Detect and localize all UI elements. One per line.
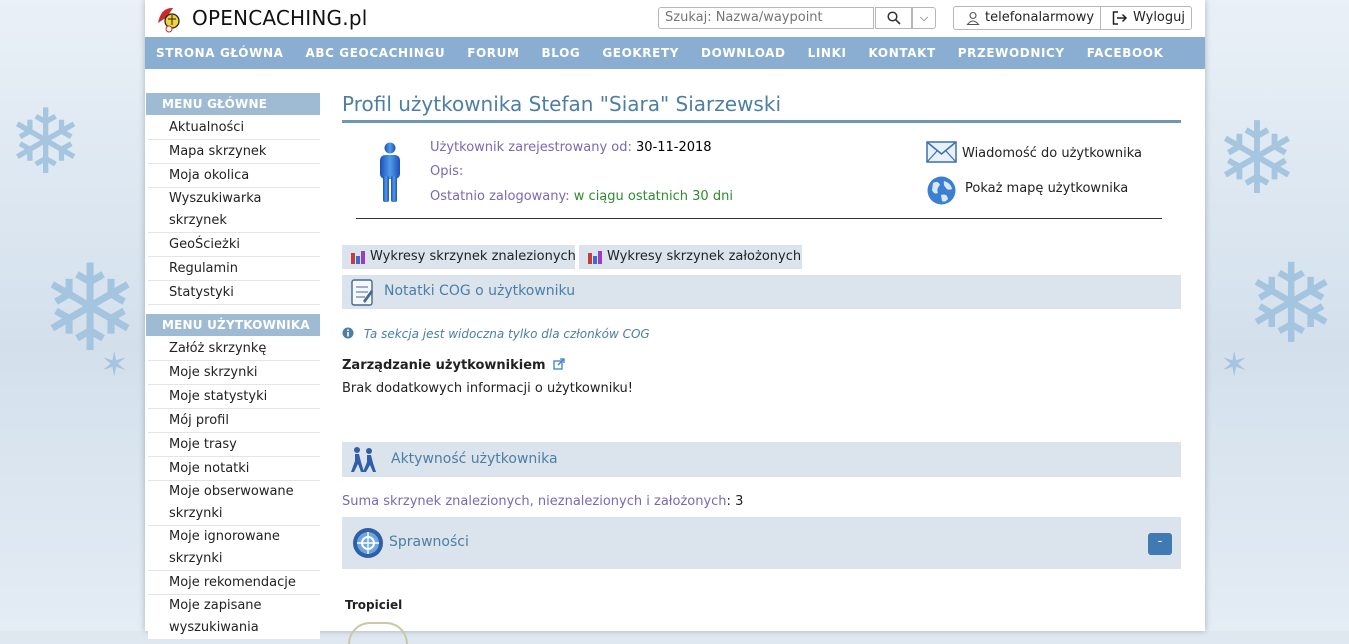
- snowflake-icon: ❄: [1245, 240, 1338, 368]
- background-left: ❄ ❄ ✶: [0, 0, 145, 631]
- tab-found-charts[interactable]: Wykresy skrzynek znalezionych: [342, 245, 576, 269]
- user-management-link[interactable]: Zarządzanie użytkownikiem: [342, 358, 565, 373]
- registration-label: Użytkownik zarejestrowany od:: [430, 140, 632, 155]
- activity-title: Aktywność użytkownika: [391, 451, 558, 467]
- profile-divider: [356, 218, 1162, 219]
- tab-hidden-charts[interactable]: Wykresy skrzynek założonych: [579, 245, 802, 269]
- registration-date: 30-11-2018: [636, 140, 712, 155]
- snowflake-icon: ✶: [100, 345, 129, 385]
- info-icon: [342, 327, 354, 339]
- snowflake-icon: ❄: [8, 90, 84, 195]
- username-label: telefonalarmowy: [985, 10, 1095, 25]
- last-login-value: w ciągu ostatnich 30 dni: [573, 189, 733, 204]
- tab-found-charts-label: Wykresy skrzynek znalezionych: [370, 249, 576, 264]
- search-options-dropdown[interactable]: ⌵: [912, 7, 936, 29]
- site-header: OPENCACHING.pl ⌵ telefonalarmowy Wyloguj: [145, 0, 1205, 37]
- badges-collapse-button[interactable]: -: [1148, 533, 1172, 555]
- cog-visibility-note: Ta sekcja jest widoczna tylko dla członk…: [342, 327, 650, 341]
- user-menu-heading: MENU UŻYTKOWNIKA: [146, 314, 320, 336]
- nav-item-abc[interactable]: ABC GEOCACHINGU: [305, 37, 445, 69]
- cog-notes-header: Notatki COG o użytkowniku: [342, 275, 1181, 309]
- globe-icon: [927, 176, 956, 205]
- nav-item-contact[interactable]: KONTAKT: [869, 37, 936, 69]
- nav-item-download[interactable]: DOWNLOAD: [701, 37, 786, 69]
- sidebar-item-my-profile[interactable]: Mój profil: [148, 409, 320, 433]
- sidebar-item-rules[interactable]: Regulamin: [148, 257, 320, 281]
- nav-item-forum[interactable]: FORUM: [467, 37, 519, 69]
- badges-title: Sprawności: [389, 534, 469, 550]
- show-user-map-label: Pokaż mapę użytkownika: [965, 181, 1129, 196]
- logout-button[interactable]: Wyloguj: [1100, 6, 1192, 30]
- nav-item-home[interactable]: STRONA GŁÓWNA: [156, 37, 283, 69]
- nav-item-links[interactable]: LINKI: [808, 37, 847, 69]
- snowflake-icon: ❄: [1215, 100, 1299, 217]
- sidebar-item-my-area[interactable]: Moja okolica: [148, 164, 320, 188]
- search-input[interactable]: [658, 7, 874, 29]
- cache-sum-row: Suma skrzynek znalezionych, nieznalezion…: [342, 494, 744, 509]
- sidebar-item-saved-searches[interactable]: Moje zapisane wyszukiwania: [148, 595, 320, 640]
- bar-chart-icon: [351, 251, 365, 264]
- sidebar-item-my-stats[interactable]: Moje statystyki: [148, 385, 320, 409]
- registration-info: Użytkownik zarejestrowany od: 30-11-2018: [430, 140, 712, 155]
- nav-item-facebook[interactable]: FACEBOOK: [1087, 37, 1164, 69]
- send-message-label: Wiadomość do użytkownika: [962, 146, 1142, 161]
- sidebar-item-recommendations[interactable]: Moje rekomendacje: [148, 571, 320, 595]
- sidebar-item-search[interactable]: Wyszukiwarka skrzynek: [148, 188, 320, 233]
- user-profile-button[interactable]: telefonalarmowy: [953, 6, 1101, 30]
- sidebar-item-my-notes[interactable]: Moje notatki: [148, 457, 320, 481]
- sidebar-item-my-routes[interactable]: Moje trasy: [148, 433, 320, 457]
- nav-item-geokrety[interactable]: GEOKRETY: [602, 37, 679, 69]
- hikers-icon: [351, 447, 376, 472]
- cog-notes-title: Notatki COG o użytkowniku: [384, 283, 576, 299]
- sidebar-item-news[interactable]: Aktualności: [148, 116, 320, 140]
- user-menu-list: Załóż skrzynkę Moje skrzynki Moje statys…: [148, 337, 320, 640]
- cache-sum-value: 3: [735, 494, 744, 509]
- nav-item-blog[interactable]: BLOG: [542, 37, 581, 69]
- background-right: ❄ ❄ ✶: [1205, 0, 1349, 631]
- badge-emblem-icon: [353, 528, 383, 558]
- cache-sum-label: Suma skrzynek znalezionych, nieznalezion…: [342, 494, 727, 509]
- search-button[interactable]: [875, 7, 912, 29]
- main-menu-list: Aktualności Mapa skrzynek Moja okolica W…: [148, 116, 320, 305]
- main-menu-heading: MENU GŁÓWNE: [146, 93, 320, 115]
- last-login-info: Ostatnio zalogowany: w ciągu ostatnich 3…: [430, 189, 733, 204]
- notepad-icon: [351, 279, 373, 306]
- chevron-down-icon: ⌵: [919, 11, 929, 24]
- page-title: Profil użytkownika Stefan "Siara" Siarze…: [342, 92, 781, 116]
- cog-visibility-text: Ta sekcja jest widoczna tylko dla członk…: [363, 327, 650, 341]
- user-management-label: Zarządzanie użytkownikiem: [342, 358, 546, 373]
- activity-header: Aktywność użytkownika: [342, 442, 1181, 477]
- external-link-icon: [553, 358, 565, 370]
- badge-tracker-icon: [348, 622, 408, 644]
- last-login-label: Ostatnio zalogowany:: [430, 189, 570, 204]
- description-label: Opis:: [430, 164, 464, 179]
- sidebar-item-geopaths[interactable]: GeoŚcieżki: [148, 233, 320, 257]
- envelope-icon: [926, 141, 957, 163]
- site-logo-text[interactable]: OPENCACHING.pl: [192, 6, 367, 30]
- sidebar-item-cache-map[interactable]: Mapa skrzynek: [148, 140, 320, 164]
- logout-label: Wyloguj: [1133, 10, 1185, 25]
- description-info: Opis:: [430, 164, 463, 179]
- sidebar-item-watched[interactable]: Moje obserwowane skrzynki: [148, 481, 320, 526]
- nav-item-guides[interactable]: PRZEWODNICY: [958, 37, 1065, 69]
- bar-chart-icon: [588, 251, 602, 264]
- badge-tracker-label: Tropiciel: [345, 598, 403, 612]
- search-icon: [887, 11, 901, 25]
- opencaching-logo-icon[interactable]: [155, 3, 181, 33]
- page-container: OPENCACHING.pl ⌵ telefonalarmowy Wyloguj: [145, 0, 1205, 644]
- sidebar-item-ignored[interactable]: Moje ignorowane skrzynki: [148, 526, 320, 571]
- sidebar-item-create-cache[interactable]: Załóż skrzynkę: [148, 337, 320, 361]
- snowflake-icon: ✶: [1220, 345, 1249, 385]
- badges-header: Sprawności -: [342, 517, 1181, 569]
- user-avatar-icon: [380, 142, 400, 202]
- user-icon: [966, 11, 980, 25]
- sidebar-item-my-caches[interactable]: Moje skrzynki: [148, 361, 320, 385]
- tab-hidden-charts-label: Wykresy skrzynek założonych: [607, 249, 802, 264]
- logout-icon: [1112, 11, 1128, 25]
- main-navigation: STRONA GŁÓWNA ABC GEOCACHINGU FORUM BLOG…: [145, 37, 1205, 69]
- title-divider: [342, 120, 1181, 123]
- no-info-text: Brak dodatkowych informacji o użytkownik…: [342, 381, 633, 396]
- sidebar-item-statistics[interactable]: Statystyki: [148, 281, 320, 305]
